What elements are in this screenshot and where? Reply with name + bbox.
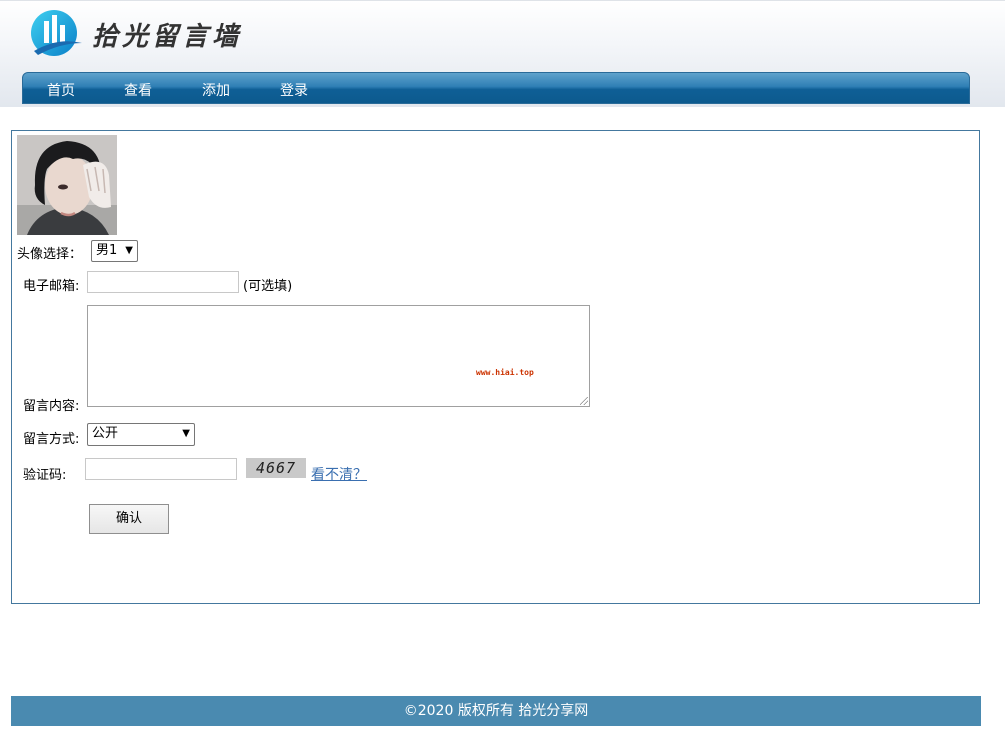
chevron-down-icon: ▼ (125, 245, 133, 256)
nav-home[interactable]: 首页 (47, 80, 75, 100)
captcha-refresh-link[interactable]: 看不清？ (311, 464, 367, 484)
nav-add[interactable]: 添加 (202, 80, 230, 100)
avatar-select[interactable]: 男1 ▼ (91, 240, 138, 262)
avatar-label: 头像选择： (17, 247, 83, 262)
email-field[interactable] (87, 271, 239, 293)
avatar-select-value: 男1 (96, 243, 118, 258)
chevron-down-icon: ▼ (182, 428, 190, 439)
content-textarea[interactable]: www.hiai.top (87, 305, 590, 407)
resize-grip-icon[interactable] (580, 397, 588, 405)
nav-view[interactable]: 查看 (124, 80, 152, 100)
email-hint: (可选填) (243, 279, 293, 294)
main-nav: 首页 查看 添加 登录 (22, 72, 970, 104)
visibility-select-value: 公开 (92, 426, 119, 441)
nav-login[interactable]: 登录 (280, 80, 308, 100)
message-form: 头像选择： 男1 ▼ 电子邮箱: (可选填) 留言内容: www.hiai.to… (11, 130, 980, 604)
captcha-image[interactable]: 4667 (246, 458, 306, 478)
content-watermark: www.hiai.top (476, 368, 534, 377)
content-label: 留言内容: (23, 399, 80, 414)
logo-title: 拾光留言墙 (92, 21, 243, 52)
captcha-label: 验证码: (23, 468, 67, 483)
site-footer: ©2020 版权所有 拾光分享网 (11, 696, 981, 726)
visibility-select[interactable]: 公开 ▼ (87, 423, 195, 446)
avatar-image (17, 135, 117, 235)
email-label: 电子邮箱: (23, 279, 80, 294)
avatar-preview (17, 135, 117, 235)
site-logo[interactable]: 拾光留言墙 (30, 7, 242, 61)
logo-icon (31, 10, 82, 56)
visibility-label: 留言方式: (23, 432, 80, 447)
captcha-input[interactable] (85, 458, 237, 480)
submit-button[interactable]: 确认 (89, 504, 169, 534)
site-header: 拾光留言墙 首页 查看 添加 登录 (0, 0, 1005, 107)
